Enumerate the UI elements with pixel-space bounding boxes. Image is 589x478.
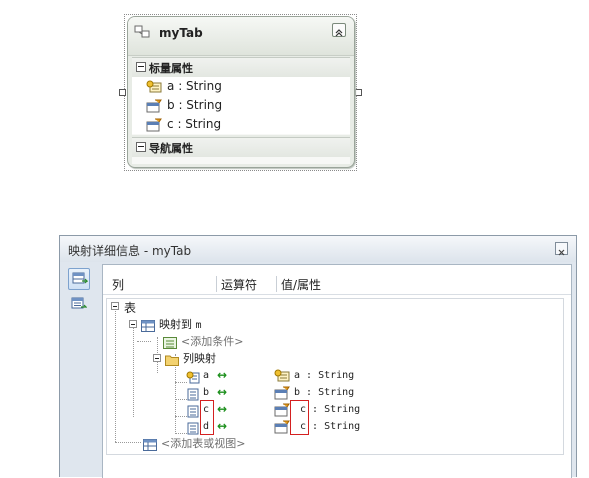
folder-icon xyxy=(165,351,179,370)
map-to-functions-button[interactable] xyxy=(68,294,90,316)
navigation-properties-header[interactable]: 导航属性 xyxy=(132,138,350,157)
table-map-icon xyxy=(72,272,88,284)
window-titlebar[interactable]: 映射详细信息 - myTab xyxy=(60,236,576,262)
entity-type-icon xyxy=(134,24,152,44)
mapping-grid: 列 运算符 值/属性 表 映射到 m <添加条件> 列映射 a ↔ a: St… xyxy=(102,264,572,478)
tree-line xyxy=(115,307,116,442)
table-icon xyxy=(141,317,155,336)
bidirectional-arrow-icon: ↔ xyxy=(217,368,228,382)
table-icon xyxy=(143,436,157,455)
tree-line xyxy=(133,325,134,417)
highlight-box-properties xyxy=(290,400,309,435)
resize-handle-right[interactable] xyxy=(355,89,362,96)
resize-handle-left[interactable] xyxy=(119,89,126,96)
navigation-properties-title: 导航属性 xyxy=(149,142,193,155)
collapse-maps-to-icon[interactable] xyxy=(129,320,137,328)
property-icon xyxy=(274,419,290,438)
scalar-properties-title: 标量属性 xyxy=(149,62,193,75)
property-value-d: c : String xyxy=(300,421,361,432)
add-table-or-view-link[interactable]: <添加表或视图> xyxy=(161,435,245,451)
tree-line xyxy=(137,341,151,342)
function-map-icon xyxy=(71,297,87,309)
scalar-properties-header[interactable]: 标量属性 xyxy=(132,58,350,77)
mapping-tree: 表 映射到 m <添加条件> 列映射 a ↔ a: String b ↔ b … xyxy=(106,298,564,455)
tree-node-table[interactable]: 表 xyxy=(124,299,136,316)
tree-node-column-mappings[interactable]: 列映射 xyxy=(183,350,216,366)
property-row-c[interactable]: c : String xyxy=(132,115,350,134)
property-label-a: a : String xyxy=(167,79,222,93)
property-row-b[interactable]: b : String xyxy=(132,96,350,115)
column-separator[interactable] xyxy=(216,276,217,292)
scalar-properties-section: 标量属性 a : String b : String c: String xyxy=(132,57,350,135)
tree-node-maps-to[interactable]: 映射到 m xyxy=(159,316,202,332)
bidirectional-arrow-icon: ↔ xyxy=(217,385,228,399)
collapse-minus-icon[interactable] xyxy=(136,62,146,72)
close-icon[interactable] xyxy=(555,242,568,256)
mapping-details-window: 映射详细信息 - myTab 列 运算符 值/属性 表 映射到 m <添加条件>… xyxy=(59,235,577,478)
entity-shape-mytab[interactable]: myTab 标量属性 a : String b: String c: Str… xyxy=(127,16,355,168)
navigation-properties-section: 导航属性 xyxy=(132,137,350,164)
column-separator[interactable] xyxy=(276,276,277,292)
entity-header[interactable]: myTab xyxy=(128,17,354,56)
grid-header: 列 运算符 值/属性 xyxy=(103,265,571,295)
collapse-column-mappings-icon[interactable] xyxy=(153,354,161,362)
collapse-table-node-icon[interactable] xyxy=(111,302,119,310)
property-icon xyxy=(146,117,162,136)
property-label-c: c : String xyxy=(167,117,222,131)
entity-title: myTab xyxy=(159,26,203,40)
bidirectional-arrow-icon: ↔ xyxy=(217,402,228,416)
property-value-b: b : String xyxy=(294,387,355,398)
bidirectional-arrow-icon: ↔ xyxy=(217,419,228,433)
window-title: 映射详细信息 - myTab xyxy=(68,244,192,258)
property-label-b: b : String xyxy=(167,98,223,112)
column-header-operator[interactable]: 运算符 xyxy=(221,276,257,293)
property-row-a[interactable]: a : String xyxy=(132,77,350,96)
column-header-value[interactable]: 值/属性 xyxy=(281,276,321,293)
map-to-tables-button[interactable] xyxy=(68,268,90,290)
property-value-a: a : String xyxy=(294,370,355,381)
add-condition-link[interactable]: <添加条件> xyxy=(181,333,243,349)
tree-line xyxy=(115,442,141,443)
column-name-b: b xyxy=(203,387,210,398)
collapse-chevron-icon[interactable] xyxy=(332,23,346,37)
column-header-col[interactable]: 列 xyxy=(112,276,124,293)
highlight-box-columns xyxy=(200,400,214,435)
property-value-c: c : String xyxy=(300,404,361,415)
column-name-a: a xyxy=(203,370,210,381)
mapping-toolbar xyxy=(64,264,94,476)
collapse-minus-icon[interactable] xyxy=(136,142,146,152)
